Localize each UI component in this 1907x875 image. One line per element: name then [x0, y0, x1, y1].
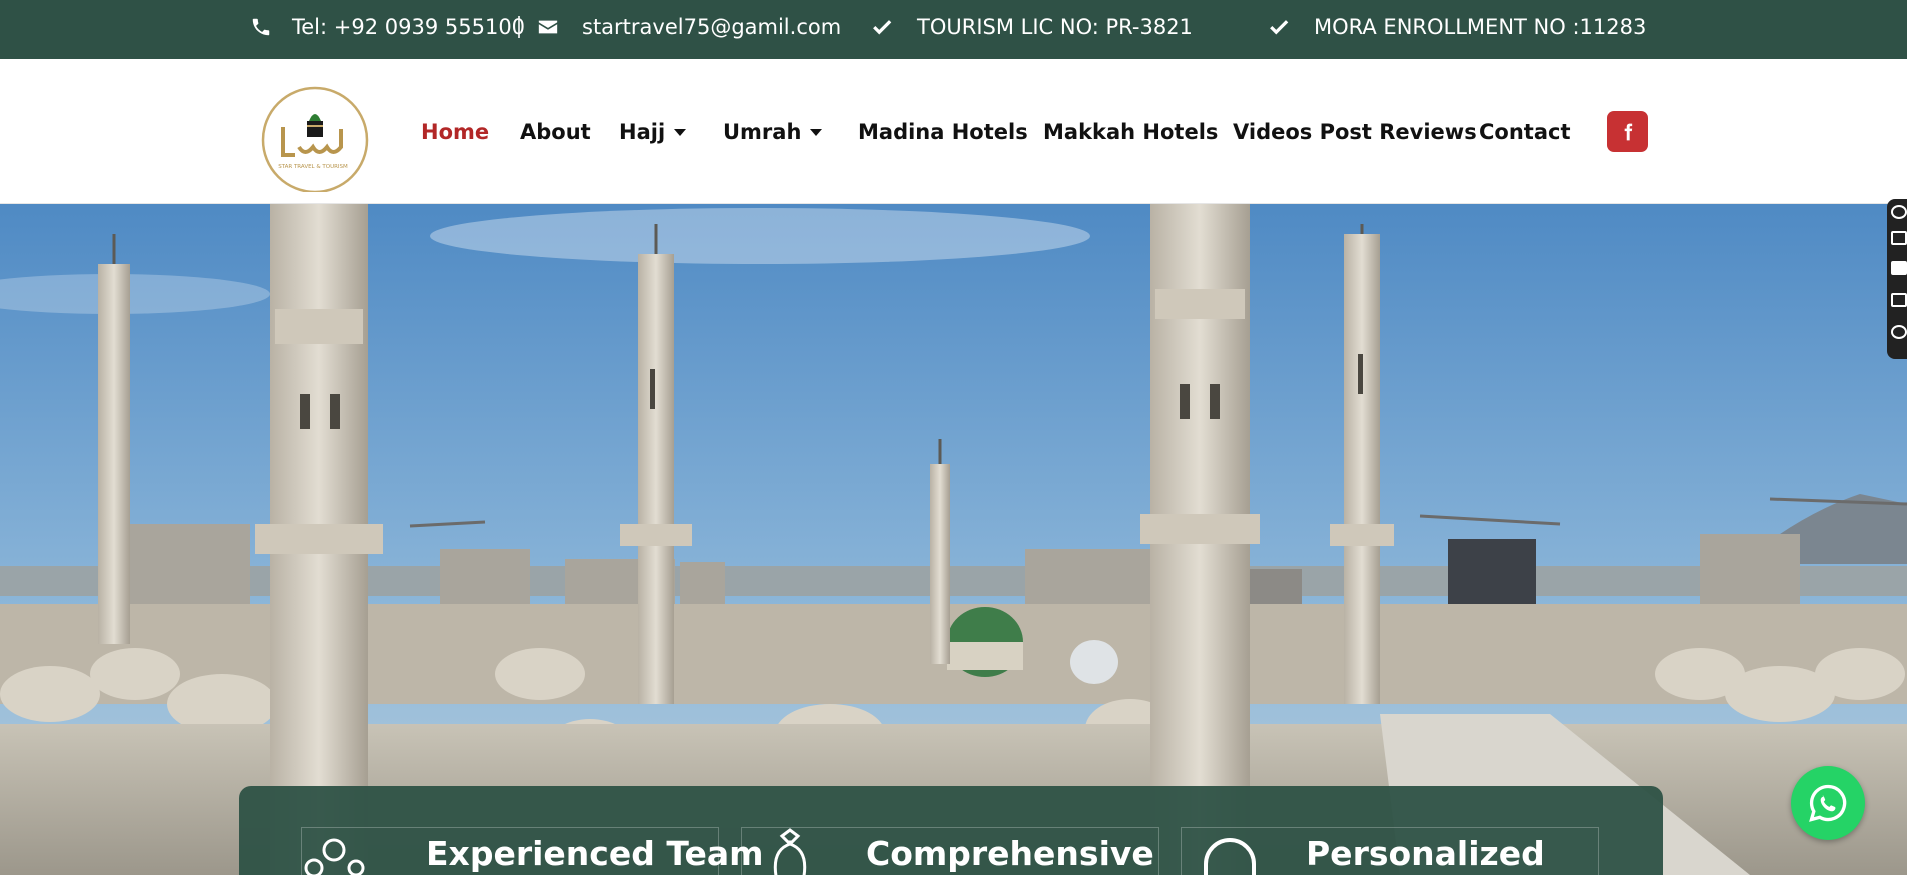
phone-icon	[250, 16, 272, 38]
phone-text: Tel: +92 0939 555100	[292, 15, 526, 39]
nav-videos-post-reviews[interactable]: Videos Post Reviews	[1233, 59, 1477, 204]
hero-banner	[0, 204, 1907, 875]
feature-card[interactable]: Comprehensive	[741, 827, 1159, 875]
nav-hajj-label: Hajj	[619, 119, 666, 144]
feature-card[interactable]: Personalized	[1181, 827, 1599, 875]
team-icon	[302, 828, 366, 875]
facebook-button[interactable]	[1607, 111, 1648, 152]
nav-umrah[interactable]: Umrah	[723, 59, 823, 204]
gear-icon[interactable]	[1891, 325, 1907, 339]
facebook-icon	[1624, 123, 1632, 140]
envelope-icon	[537, 16, 559, 38]
feature-title: Experienced Team	[426, 834, 764, 873]
license-info: TOURISM LIC NO: PR-3821	[871, 0, 1193, 54]
chevron-down-icon	[674, 129, 687, 136]
enrollment-info: MORA ENROLLMENT NO :11283	[1268, 0, 1646, 54]
nav-contact-label: Contact	[1479, 119, 1571, 144]
nav-umrah-label: Umrah	[723, 119, 802, 144]
nav-videos-label: Videos Post Reviews	[1233, 119, 1477, 144]
site-logo[interactable]: STAR TRAVEL & TOURISM	[253, 69, 371, 194]
nav-madina-hotels[interactable]: Madina Hotels	[858, 59, 1028, 204]
check-icon	[1268, 16, 1290, 38]
features-bar: Experienced Team Comprehensive Personali…	[239, 786, 1663, 875]
divider	[518, 16, 520, 38]
side-toolbar	[1887, 199, 1907, 359]
check-icon	[871, 16, 893, 38]
link-icon[interactable]	[1891, 205, 1907, 219]
feature-title: Comprehensive	[866, 834, 1154, 873]
camera-icon[interactable]	[1891, 231, 1907, 245]
whatsapp-button[interactable]	[1791, 766, 1865, 840]
feature-title: Personalized	[1306, 834, 1545, 873]
nav-makkah-hotels-label: Makkah Hotels	[1043, 119, 1219, 144]
money-bag-icon	[758, 828, 822, 875]
email-text: startravel75@gamil.com	[582, 15, 842, 39]
headset-icon	[1188, 828, 1256, 875]
nav-home-label: Home	[421, 119, 490, 144]
mosque-skyline-image	[0, 204, 1907, 875]
nav-home[interactable]: Home	[421, 59, 489, 204]
feature-card[interactable]: Experienced Team	[301, 827, 764, 875]
chevron-down-icon	[810, 129, 823, 136]
nav-makkah-hotels[interactable]: Makkah Hotels	[1043, 59, 1218, 204]
top-info-bar: Tel: +92 0939 555100 startravel75@gamil.…	[0, 0, 1907, 59]
enrollment-text: MORA ENROLLMENT NO :11283	[1314, 15, 1647, 39]
whatsapp-icon	[1809, 784, 1847, 822]
logo-caption: STAR TRAVEL & TOURISM	[278, 164, 348, 170]
nav-about-label: About	[520, 119, 591, 144]
copy-icon[interactable]	[1891, 293, 1907, 307]
nav-contact[interactable]: Contact	[1479, 59, 1571, 204]
nav-madina-hotels-label: Madina Hotels	[858, 119, 1028, 144]
nav-hajj[interactable]: Hajj	[619, 59, 687, 204]
nav-about[interactable]: About	[520, 59, 591, 204]
license-text: TOURISM LIC NO: PR-3821	[917, 15, 1193, 39]
phone-contact[interactable]: Tel: +92 0939 555100	[250, 0, 525, 54]
email-contact[interactable]: startravel75@gamil.com	[537, 0, 841, 54]
square-icon[interactable]	[1891, 261, 1907, 275]
